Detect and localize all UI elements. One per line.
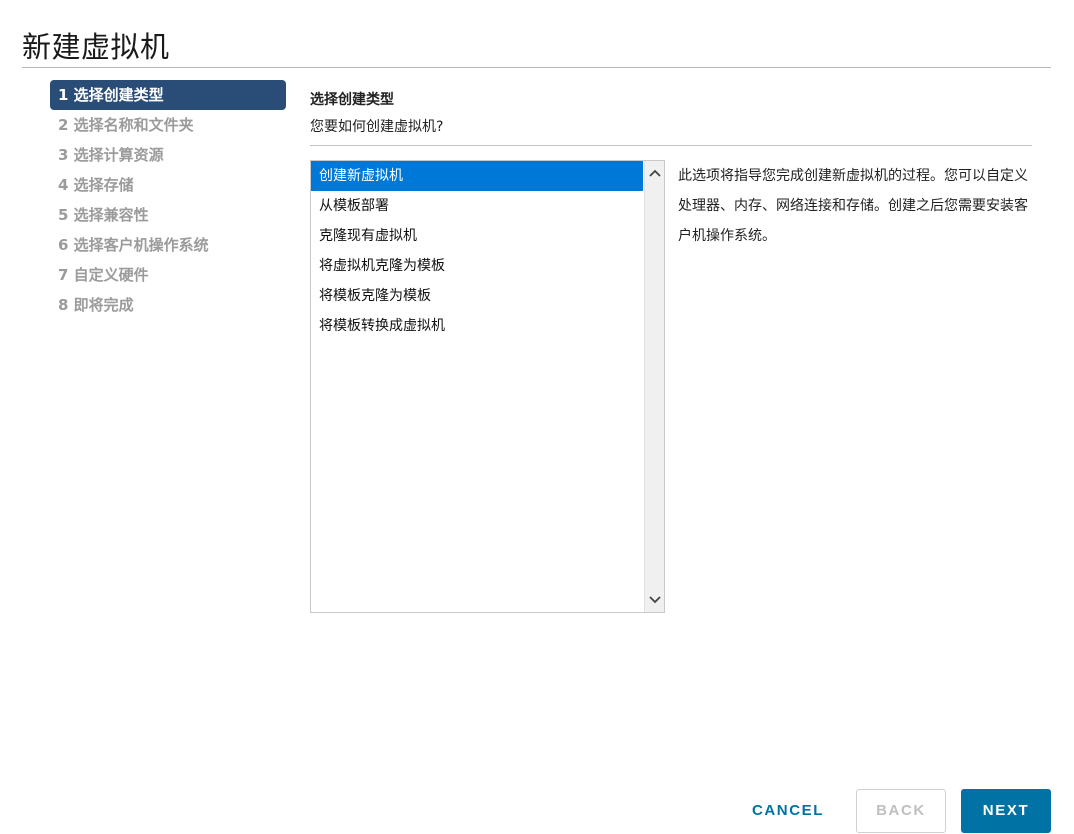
option-clone-vm-to-template[interactable]: 将虚拟机克隆为模板: [311, 251, 643, 281]
step-customize-hardware: 7 自定义硬件: [58, 266, 149, 284]
chevron-up-icon[interactable]: [645, 163, 664, 183]
cancel-button[interactable]: CANCEL: [740, 789, 836, 833]
step-select-compatibility: 5 选择兼容性: [58, 206, 149, 224]
dialog-title: 新建虚拟机: [22, 30, 170, 64]
back-button[interactable]: BACK: [856, 789, 946, 833]
listbox-scrollbar[interactable]: [644, 161, 664, 612]
option-create-new-vm[interactable]: 创建新虚拟机: [311, 161, 643, 191]
page-heading: 选择创建类型: [310, 92, 394, 108]
next-button[interactable]: NEXT: [961, 789, 1051, 833]
option-clone-template-to-template[interactable]: 将模板克隆为模板: [311, 281, 643, 311]
option-clone-existing-vm[interactable]: 克隆现有虚拟机: [311, 221, 643, 251]
title-divider: [22, 67, 1051, 68]
step-select-creation-type[interactable]: 1 选择创建类型: [50, 80, 286, 110]
step-select-name-folder: 2 选择名称和文件夹: [58, 116, 194, 134]
wizard-steps: 1 选择创建类型 2 选择名称和文件夹 3 选择计算资源 4 选择存储 5 选择…: [50, 80, 286, 320]
option-deploy-from-template[interactable]: 从模板部署: [311, 191, 643, 221]
step-ready-to-complete: 8 即将完成: [58, 296, 134, 314]
option-convert-template-to-vm[interactable]: 将模板转换成虚拟机: [311, 311, 643, 341]
step-select-storage: 4 选择存储: [58, 176, 134, 194]
option-description: 此选项将指导您完成创建新虚拟机的过程。您可以自定义处理器、内存、网络连接和存储。…: [678, 168, 1028, 244]
content-divider: [310, 145, 1032, 146]
step-select-guest-os: 6 选择客户机操作系统: [58, 236, 209, 254]
creation-type-listbox[interactable]: 创建新虚拟机 从模板部署 克隆现有虚拟机 将虚拟机克隆为模板 将模板克隆为模板 …: [310, 160, 665, 613]
creation-type-options: 创建新虚拟机 从模板部署 克隆现有虚拟机 将虚拟机克隆为模板 将模板克隆为模板 …: [311, 161, 643, 341]
chevron-down-icon[interactable]: [645, 590, 664, 610]
page-question: 您要如何创建虚拟机?: [310, 119, 444, 135]
step-select-compute-resource: 3 选择计算资源: [58, 146, 164, 164]
